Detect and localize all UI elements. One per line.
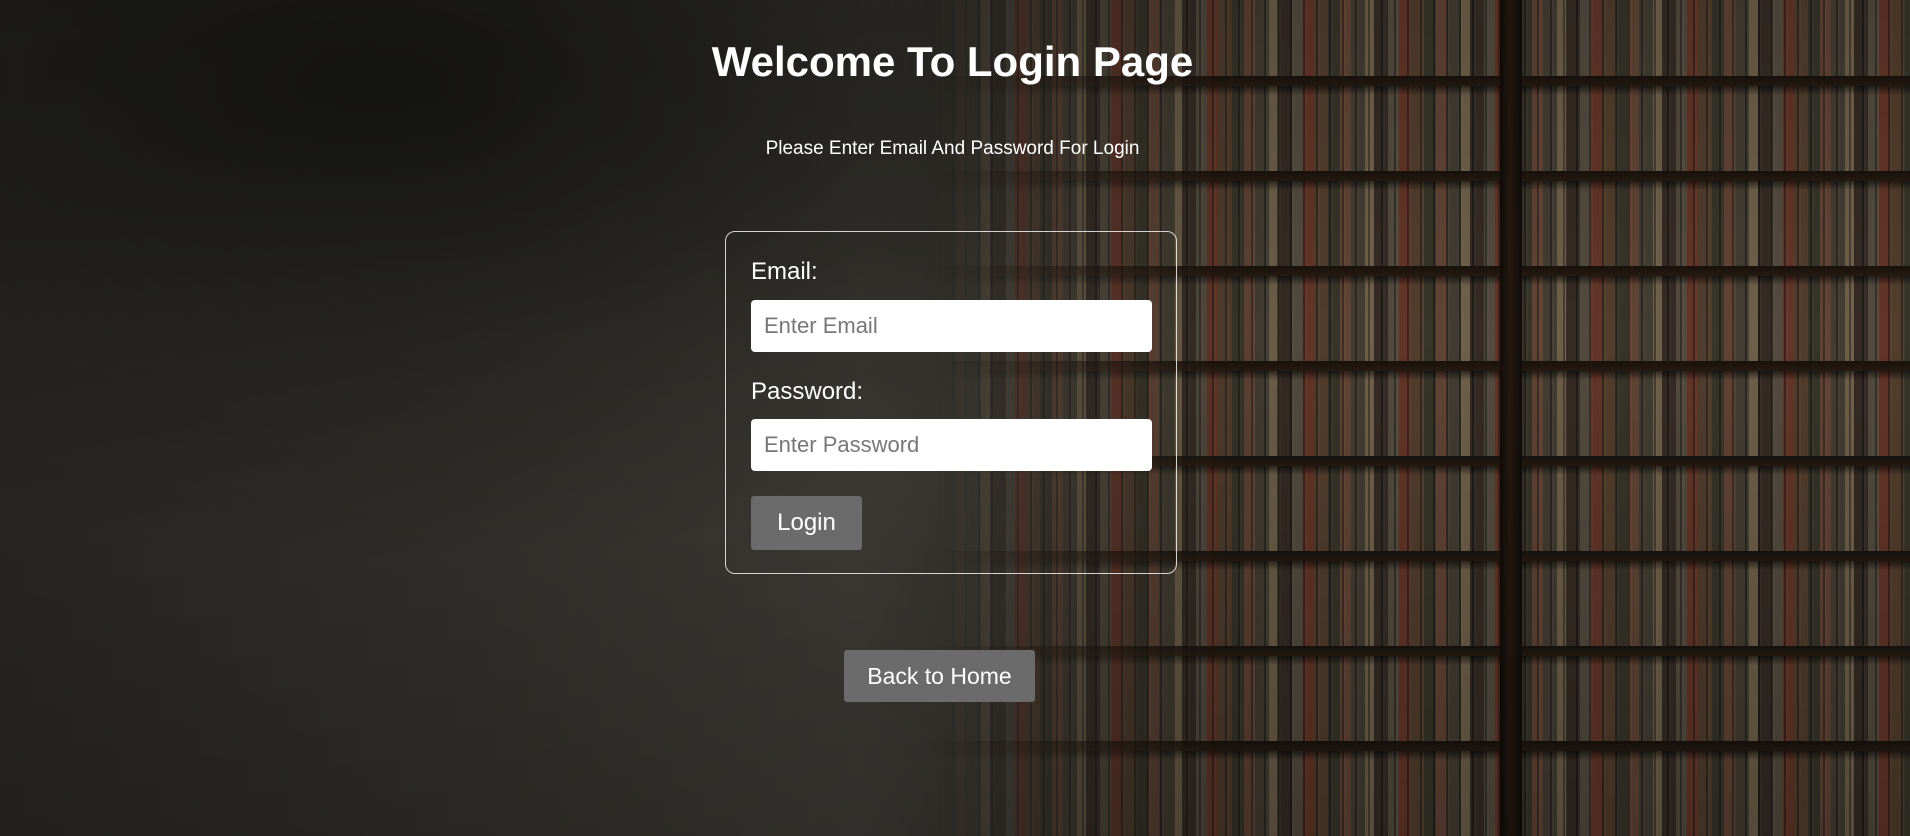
- email-label: Email:: [751, 258, 818, 285]
- email-input[interactable]: [751, 300, 1152, 352]
- back-to-home-button[interactable]: Back to Home: [844, 650, 1035, 702]
- login-page: Welcome To Login Page Please Enter Email…: [0, 0, 1910, 836]
- login-form: Email: Password: Login: [725, 231, 1177, 574]
- password-input[interactable]: [751, 419, 1152, 471]
- login-button[interactable]: Login: [751, 496, 862, 550]
- page-subtitle: Please Enter Email And Password For Logi…: [765, 138, 1140, 159]
- page-title: Welcome To Login Page: [711, 38, 1194, 85]
- main-content: Welcome To Login Page Please Enter Email…: [0, 0, 1910, 836]
- password-label: Password:: [751, 378, 864, 405]
